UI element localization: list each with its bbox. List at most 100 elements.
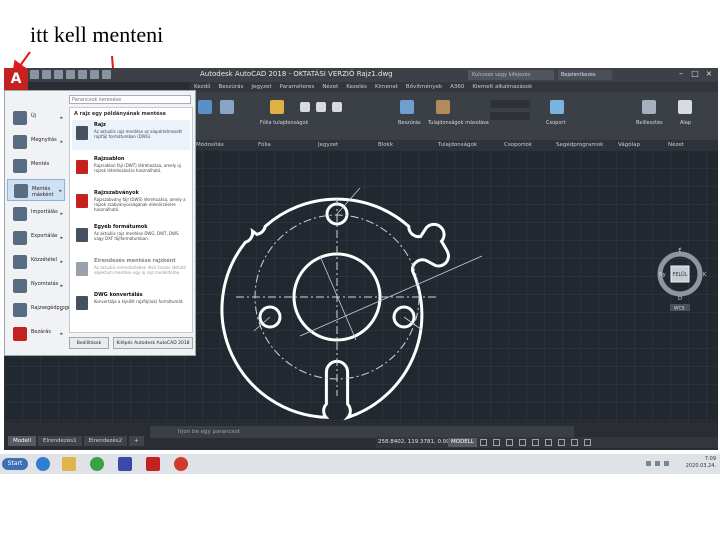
layer-tool-icon[interactable]	[332, 102, 342, 112]
panel-label[interactable]: Fólia	[252, 140, 312, 150]
annotation-scale-icon[interactable]	[558, 439, 565, 446]
tab-layout2[interactable]: Elrendezés2	[83, 436, 128, 446]
tab-bovitmenyek[interactable]: Bővítmények	[406, 82, 442, 92]
tray-date: 2020.03.24.	[685, 463, 716, 469]
exit-autocad-button[interactable]: Kilépés Autodesk AutoCAD 2018	[113, 337, 193, 349]
tray-network-icon[interactable]	[655, 461, 660, 466]
close-icon	[13, 327, 27, 341]
submenu-item-standards[interactable]: Rajzszabványok Rajzszabvány fájl (DWS) lé…	[72, 188, 190, 218]
tray-time: 7:09	[704, 456, 716, 462]
chevron-right-icon: ▸	[60, 211, 63, 217]
sign-in-button[interactable]: Bejelentkezés	[558, 70, 612, 80]
tray-volume-icon[interactable]	[664, 461, 669, 466]
layer-tool-icon[interactable]	[316, 102, 326, 112]
submenu-item-layout[interactable]: Elrendezés mentése rajzként Az aktuális e…	[72, 256, 190, 286]
qat-save-icon[interactable]	[54, 70, 63, 79]
ortho-icon[interactable]	[506, 439, 513, 446]
menu-item-export[interactable]: Exportálás ▸	[7, 227, 65, 249]
publish-icon	[13, 255, 27, 269]
puzzle-app-icon[interactable]	[174, 457, 188, 471]
start-button[interactable]: Start	[2, 458, 28, 470]
tab-a360[interactable]: A360	[450, 82, 464, 92]
submenu-item-drawing[interactable]: Rajz Az aktuális rajz mentése az alapérte…	[72, 120, 190, 150]
panel-label[interactable]: Jegyzet	[312, 140, 372, 150]
lineweight-icon[interactable]	[545, 439, 552, 446]
tab-layout1[interactable]: Elrendezés1	[38, 436, 82, 446]
match-properties-icon[interactable]	[436, 100, 450, 114]
search-input[interactable]: Kulcsszó vagy kifejezés	[468, 70, 554, 80]
panel-label[interactable]: Vágólap	[612, 140, 662, 150]
internet-explorer-icon[interactable]	[36, 457, 50, 471]
menu-search-input[interactable]: Parancsok keresése	[69, 95, 191, 104]
tab-kezeles[interactable]: Kezelés	[346, 82, 367, 92]
dimension-line	[299, 255, 483, 337]
maximize-icon[interactable]: □	[690, 69, 700, 79]
tab-nezet[interactable]: Nézet	[322, 82, 338, 92]
group-icon[interactable]	[550, 100, 564, 114]
panel-label[interactable]: Nézet	[662, 140, 712, 150]
file-explorer-icon[interactable]	[62, 457, 76, 471]
tab-kimenet[interactable]: Kimenet	[375, 82, 398, 92]
qat-print-icon[interactable]	[78, 70, 87, 79]
qat-redo-icon[interactable]	[102, 70, 111, 79]
modify-icon[interactable]	[220, 100, 234, 114]
menu-item-label: Közzététel	[31, 257, 57, 263]
add-layout-button[interactable]: +	[129, 436, 144, 446]
insert-icon[interactable]	[400, 100, 414, 114]
tray-flag-icon[interactable]	[646, 461, 651, 466]
menu-item-publish[interactable]: Közzététel ▸	[7, 251, 65, 273]
menu-item-print[interactable]: Nyomtatás ▸	[7, 275, 65, 297]
chrome-icon[interactable]	[90, 457, 104, 471]
autocad-taskbar-icon[interactable]	[146, 457, 160, 471]
osnap-icon[interactable]	[532, 439, 539, 446]
workspace-icon[interactable]	[571, 439, 578, 446]
menu-item-close[interactable]: Bezárás ▸	[7, 323, 65, 345]
panel-label[interactable]: Módosítás	[190, 140, 252, 150]
options-button[interactable]: Beállítások	[69, 337, 109, 349]
base-icon[interactable]	[678, 100, 692, 114]
layer-properties-icon[interactable]	[270, 100, 284, 114]
save-app-icon[interactable]	[118, 457, 132, 471]
qat-open-icon[interactable]	[42, 70, 51, 79]
paste-icon[interactable]	[642, 100, 656, 114]
utilities-icon	[13, 303, 27, 317]
viewcube[interactable]: FELÜL É D Ny K WCS	[656, 246, 710, 320]
tab-parameteres[interactable]: Paraméteres	[280, 82, 315, 92]
layer-dropdown[interactable]	[490, 100, 530, 108]
tab-jegyzet[interactable]: Jegyzet	[251, 82, 271, 92]
qat-new-icon[interactable]	[30, 70, 39, 79]
submenu-item-template[interactable]: Rajzsablon Rajzsablon fájl (DWT) létrehoz…	[72, 154, 190, 184]
submenu-item-other-formats[interactable]: Egyéb formátumok Az aktuális rajz mentése…	[72, 222, 190, 252]
polar-icon[interactable]	[519, 439, 526, 446]
chevron-right-icon: ▸	[60, 139, 63, 145]
application-menu-button[interactable]: A	[4, 68, 28, 90]
tab-beszuras[interactable]: Beszúrás	[218, 82, 243, 92]
panel-label[interactable]: Blokk	[372, 140, 432, 150]
draw-icon[interactable]	[198, 100, 212, 114]
menu-item-new[interactable]: Új ▸	[7, 107, 65, 129]
customize-icon[interactable]	[584, 439, 591, 446]
panel-label[interactable]: Tulajdonságok	[432, 140, 498, 150]
tab-model[interactable]: Modell	[8, 436, 37, 446]
qat-undo-icon[interactable]	[90, 70, 99, 79]
menu-item-save-as[interactable]: Mentés másként ▸	[7, 179, 65, 201]
menu-item-open[interactable]: Megnyitás ▸	[7, 131, 65, 153]
qat-saveas-icon[interactable]	[66, 70, 75, 79]
tab-kezdo[interactable]: Kezdő	[194, 82, 210, 92]
color-dropdown[interactable]	[490, 112, 530, 120]
menu-item-import[interactable]: Importálás ▸	[7, 203, 65, 225]
layer-tool-icon[interactable]	[300, 102, 310, 112]
template-icon	[76, 160, 88, 174]
close-window-icon[interactable]: ×	[704, 69, 714, 79]
grid-icon[interactable]	[480, 439, 487, 446]
tab-kiemelt[interactable]: Kiemelt alkalmazások	[472, 82, 532, 92]
menu-item-save[interactable]: Mentés	[7, 155, 65, 177]
model-space-button[interactable]: MODELL	[448, 438, 477, 447]
submenu-item-convert[interactable]: DWG konvertálás Konvertálja a kijelölt ra…	[72, 290, 190, 320]
panel-label[interactable]: Segédprogramok	[550, 140, 612, 150]
panel-label[interactable]: Csoportok	[498, 140, 550, 150]
tray-clock[interactable]: 7:09 2020.03.24.	[686, 456, 716, 470]
minimize-icon[interactable]: –	[676, 69, 686, 79]
snap-icon[interactable]	[493, 439, 500, 446]
menu-item-utilities[interactable]: Rajzsegédprogramok ▸	[7, 299, 84, 321]
